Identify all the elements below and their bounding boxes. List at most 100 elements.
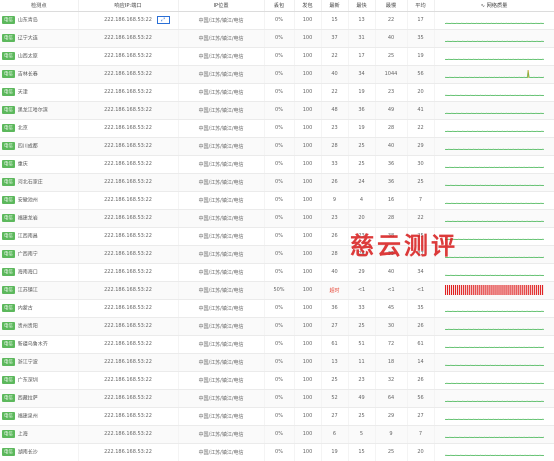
average-latency: 35 [407, 29, 435, 48]
isp-tag: 电信 [2, 178, 15, 186]
table-row[interactable]: 电信 海南海口 222.186.168.53:22 中国/江苏/镇江/电信 0% 100 4… [0, 263, 554, 282]
table-row[interactable]: 电信 上海 222.186.168.53:22 中国/江苏/镇江/电信 0% 100 6 5 9… [0, 425, 554, 444]
packets-sent: 100 [294, 299, 322, 318]
average-latency: 20 [407, 443, 435, 461]
loss-rate: 0% [264, 407, 295, 426]
table-row[interactable]: 电信 山东青岛 222.186.168.53:22 ⤢ 中国/江苏/镇江/电信 0% 100… [0, 11, 554, 30]
ip-port-cell: 222.186.168.53:22 [78, 173, 179, 192]
network-quality-cell [434, 353, 554, 372]
latest-latency: 23 [321, 119, 349, 138]
table-row[interactable]: 电信 广西南宁 222.186.168.53:22 中国/江苏/镇江/电信 0% 100 2… [0, 245, 554, 264]
header-average[interactable]: 平均 [407, 0, 435, 12]
node-city: 贵州贵阳 [17, 323, 38, 330]
table-row[interactable]: 电信 河北石家庄 222.186.168.53:22 中国/江苏/镇江/电信 0% 100… [0, 173, 554, 192]
table-row[interactable]: 电信 湖南长沙 222.186.168.53:22 中国/江苏/镇江/电信 0% 100 1… [0, 443, 554, 461]
ip-location: 中国/江苏/镇江/电信 [178, 263, 265, 282]
locate-icon[interactable]: ⤢ [156, 15, 170, 24]
latency-sparkline [444, 256, 544, 258]
table-row[interactable]: 电信 黑龙江哈尔滨 222.186.168.53:22 中国/江苏/镇江/电信 0% 10… [0, 101, 554, 120]
ip-port: 222.186.168.53:22 [104, 35, 152, 41]
packets-sent: 100 [294, 335, 322, 354]
network-quality-cell [434, 371, 554, 390]
network-quality-cell [434, 83, 554, 102]
table-row[interactable]: 电信 新疆乌鲁木齐 222.186.168.53:22 中国/江苏/镇江/电信 0% 10… [0, 335, 554, 354]
ip-port-cell: 222.186.168.53:22 ⤢ [78, 11, 179, 30]
header-ip-port[interactable]: 响应IP:端口 [78, 0, 179, 12]
ip-port-cell: 222.186.168.53:22 [78, 335, 179, 354]
loss-rate: 0% [264, 425, 295, 444]
table-row[interactable]: 电信 山西太原 222.186.168.53:22 中国/江苏/镇江/电信 0% 100 2… [0, 47, 554, 66]
average-latency: 41 [407, 101, 435, 120]
slowest-latency: 72 [375, 335, 408, 354]
fastest-latency: 20 [348, 209, 376, 228]
table-row[interactable]: 电信 浙江宁波 222.186.168.53:22 中国/江苏/镇江/电信 0% 100 1… [0, 353, 554, 372]
ip-port: 222.186.168.53:22 [104, 359, 152, 365]
ip-port: 222.186.168.53:22 [104, 413, 152, 419]
header-loss[interactable]: 丢包 [264, 0, 295, 12]
header-slowest[interactable]: 最慢 [375, 0, 408, 12]
table-row[interactable]: 电信 天津 222.186.168.53:22 中国/江苏/镇江/电信 0% 100 22 1… [0, 83, 554, 102]
fastest-latency: 13 [348, 11, 376, 30]
isp-tag: 电信 [2, 160, 15, 168]
latest-latency: 33 [321, 155, 349, 174]
slowest-latency: 45 [375, 299, 408, 318]
latest-latency: 26 [321, 227, 349, 246]
ip-location: 中国/江苏/镇江/电信 [178, 83, 265, 102]
table-row[interactable]: 电信 广东深圳 222.186.168.53:22 中国/江苏/镇江/电信 0% 100 2… [0, 371, 554, 390]
table-row[interactable]: 电信 重庆 222.186.168.53:22 中国/江苏/镇江/电信 0% 100 33 2… [0, 155, 554, 174]
header-location[interactable]: IP位置 [178, 0, 265, 12]
table-row[interactable]: 电信 福建泉州 222.186.168.53:22 中国/江苏/镇江/电信 0% 100 2… [0, 407, 554, 426]
table-row[interactable]: 电信 安徽池州 222.186.168.53:22 中国/江苏/镇江/电信 0% 100 9… [0, 191, 554, 210]
isp-tag: 电信 [2, 376, 15, 384]
ip-port-cell: 222.186.168.53:22 [78, 371, 179, 390]
header-latest[interactable]: 最新 [321, 0, 349, 12]
packets-sent: 100 [294, 227, 322, 246]
isp-tag: 电信 [2, 88, 15, 96]
packets-sent: 100 [294, 101, 322, 120]
network-quality-cell [434, 317, 554, 336]
table-row[interactable]: 电信 江西南昌 222.186.168.53:22 中国/江苏/镇江/电信 0% 100 2… [0, 227, 554, 246]
node-city: 辽宁大连 [17, 35, 38, 42]
average-latency: 61 [407, 335, 435, 354]
loss-rate: 0% [264, 443, 295, 461]
fastest-latency: 4 [348, 191, 376, 210]
network-quality-cell [434, 407, 554, 426]
loss-bar [452, 285, 454, 295]
header-sent[interactable]: 发包 [294, 0, 322, 12]
loss-bar [448, 285, 450, 295]
latency-sparkline [444, 400, 544, 402]
network-quality-cell [434, 227, 554, 246]
isp-tag: 电信 [2, 304, 15, 312]
network-quality-cell [434, 29, 554, 48]
ip-port-cell: 222.186.168.53:22 [78, 119, 179, 138]
fastest-latency: 19 [348, 83, 376, 102]
table-row[interactable]: 电信 贵州贵阳 222.186.168.53:22 中国/江苏/镇江/电信 0% 100 2… [0, 317, 554, 336]
header-network-quality[interactable]: ∿ 网络质量 [434, 0, 554, 12]
isp-tag: 电信 [2, 268, 15, 276]
table-row[interactable]: 电信 辽宁大连 222.186.168.53:22 中国/江苏/镇江/电信 0% 100 3… [0, 29, 554, 48]
latency-sparkline [444, 310, 544, 312]
header-fastest[interactable]: 最快 [348, 0, 376, 12]
table-row[interactable]: 电信 西藏拉萨 222.186.168.53:22 中国/江苏/镇江/电信 0% 100 5… [0, 389, 554, 408]
node-cell: 电信 吉林长春 [0, 65, 79, 84]
table-row[interactable]: 电信 北京 222.186.168.53:22 中国/江苏/镇江/电信 0% 100 23 1… [0, 119, 554, 138]
loss-bar [499, 285, 502, 295]
loss-rate: 0% [264, 83, 295, 102]
table-row[interactable]: 电信 江苏镇江 222.186.168.53:22 中国/江苏/镇江/电信 50% 100… [0, 281, 554, 300]
table-row[interactable]: 电信 吉林长春 222.186.168.53:22 中国/江苏/镇江/电信 0% 100 4… [0, 65, 554, 84]
network-quality-cell [434, 191, 554, 210]
ip-port-cell: 222.186.168.53:22 [78, 137, 179, 156]
node-city: 江苏镇江 [17, 287, 38, 294]
latency-sparkline [444, 285, 543, 295]
latest-latency: 超时 [321, 281, 349, 300]
loss-bar [482, 285, 484, 295]
table-row[interactable]: 电信 内蒙古 222.186.168.53:22 中国/江苏/镇江/电信 0% 100 36… [0, 299, 554, 318]
latest-latency: 25 [321, 371, 349, 390]
table-row[interactable]: 电信 四川成都 222.186.168.53:22 中国/江苏/镇江/电信 0% 100 2… [0, 137, 554, 156]
ip-location: 中国/江苏/镇江/电信 [178, 443, 265, 461]
table-row[interactable]: 电信 福建龙岩 222.186.168.53:22 中国/江苏/镇江/电信 0% 100 2… [0, 209, 554, 228]
packets-sent: 100 [294, 407, 322, 426]
node-cell: 电信 天津 [0, 83, 79, 102]
header-node[interactable]: 检测点 [0, 0, 79, 12]
slowest-latency: 40 [375, 137, 408, 156]
